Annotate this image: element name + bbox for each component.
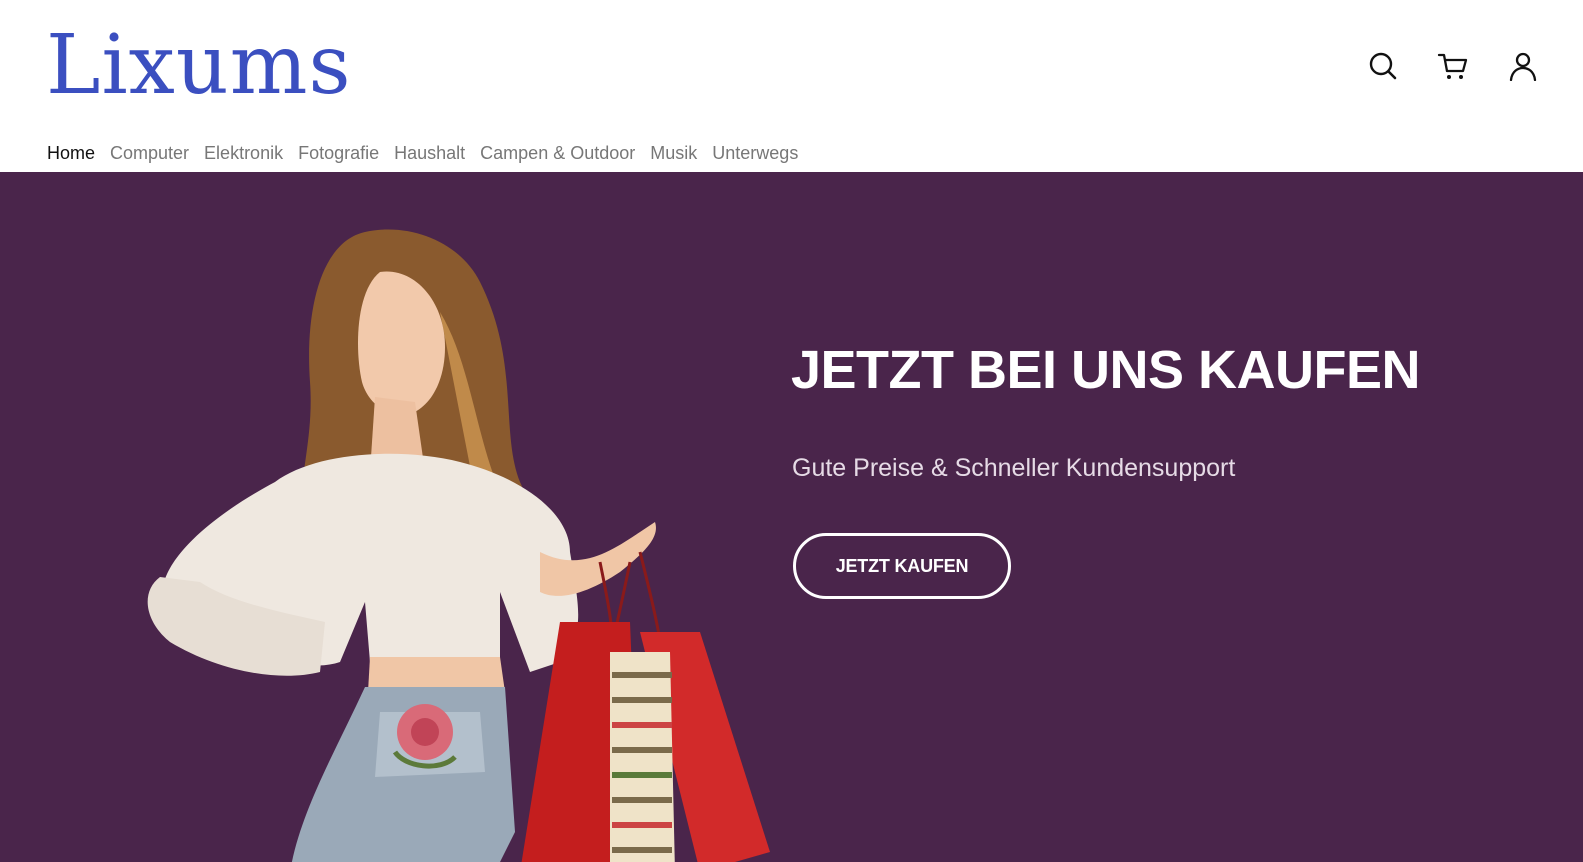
nav-item-computer[interactable]: Computer — [110, 141, 189, 165]
hero-banner: JETZT BEI UNS KAUFEN Gute Preise & Schne… — [0, 172, 1583, 862]
nav-item-unterwegs[interactable]: Unterwegs — [712, 141, 798, 165]
site-logo[interactable]: Lixums — [46, 18, 352, 114]
buy-now-button[interactable]: JETZT KAUFEN — [793, 533, 1011, 599]
nav-item-campen-outdoor[interactable]: Campen & Outdoor — [480, 141, 635, 165]
hero-image — [147, 229, 770, 862]
site-header: Lixums Home Computer Elektronik Fotograf… — [0, 0, 1583, 172]
hero-subtitle: Gute Preise & Schneller Kundensupport — [792, 454, 1236, 482]
nav-item-musik[interactable]: Musik — [650, 141, 697, 165]
user-icon[interactable] — [1507, 50, 1539, 82]
search-icon[interactable] — [1367, 50, 1399, 82]
main-nav: Home Computer Elektronik Fotografie Haus… — [47, 141, 813, 165]
hero-title: JETZT BEI UNS KAUFEN — [791, 340, 1421, 400]
nav-item-home[interactable]: Home — [47, 141, 95, 165]
cart-icon[interactable] — [1437, 50, 1469, 82]
nav-item-fotografie[interactable]: Fotografie — [298, 141, 379, 165]
header-actions — [1367, 48, 1539, 84]
nav-item-elektronik[interactable]: Elektronik — [204, 141, 283, 165]
nav-item-haushalt[interactable]: Haushalt — [394, 141, 465, 165]
